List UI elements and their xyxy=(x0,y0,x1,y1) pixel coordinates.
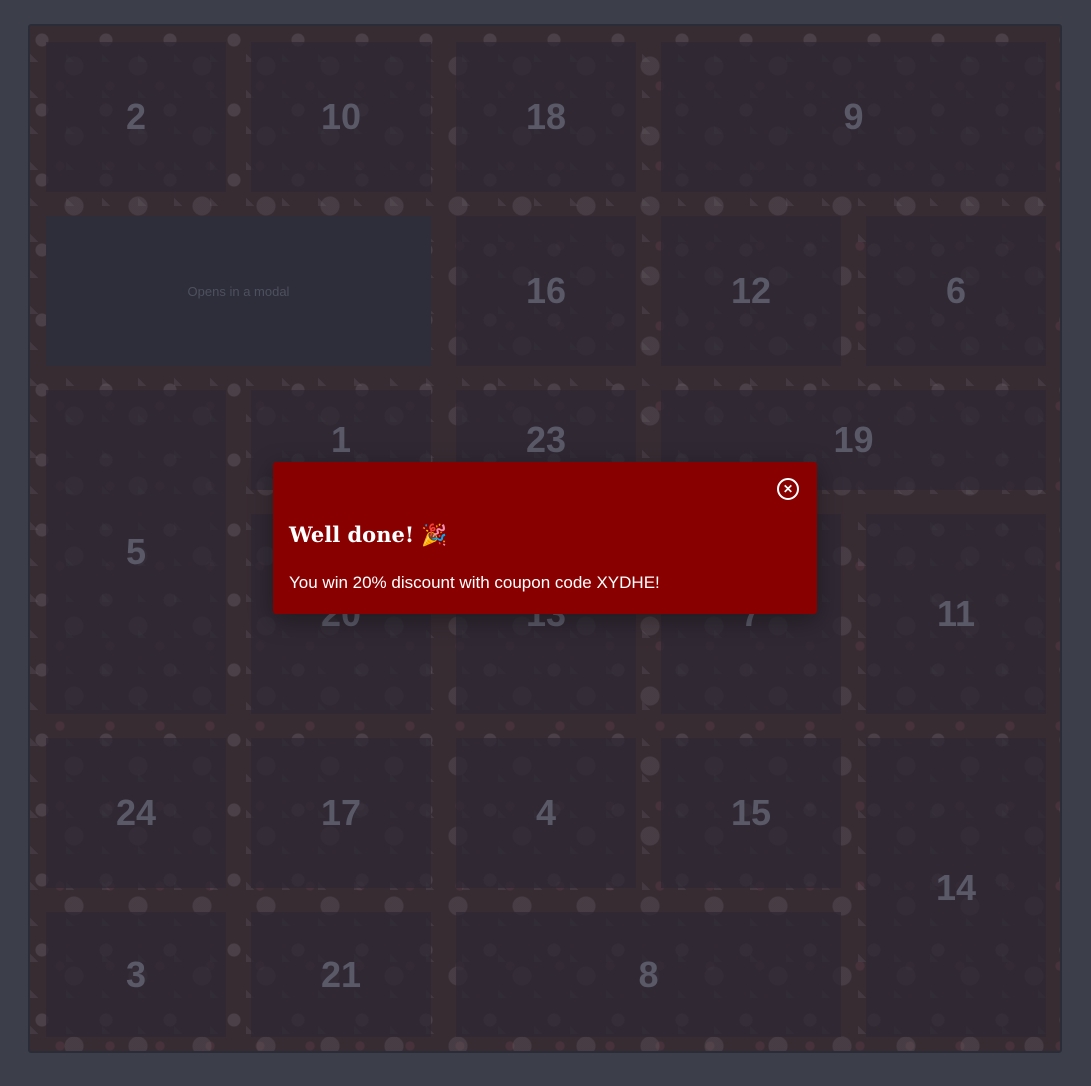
close-button[interactable]: ✕ xyxy=(777,478,799,500)
modal-title: Well done! 🎉 xyxy=(289,522,448,547)
close-circle-icon: ✕ xyxy=(782,482,794,496)
reward-modal: ✕ Well done! 🎉 You win 20% discount with… xyxy=(273,462,817,614)
modal-message: You win 20% discount with coupon code XY… xyxy=(289,573,660,592)
